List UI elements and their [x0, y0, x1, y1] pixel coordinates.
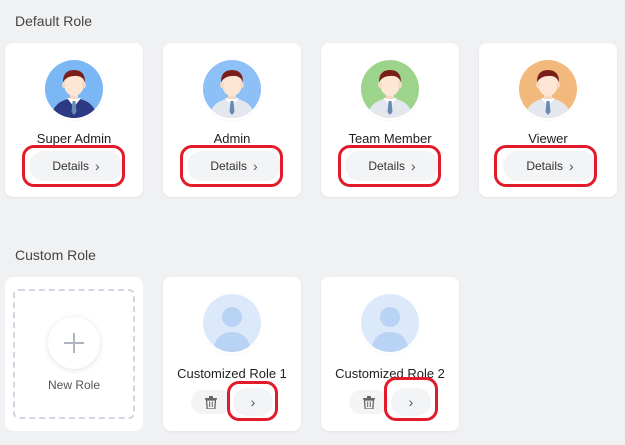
chevron-right-icon: › [411, 158, 416, 174]
details-label: Details [368, 159, 405, 173]
trash-icon [205, 395, 217, 409]
details-label: Details [526, 159, 563, 173]
role-card-viewer: Viewer Details › [479, 43, 617, 197]
delete-role-button[interactable] [349, 390, 389, 414]
delete-role-button[interactable] [191, 390, 231, 414]
viewer-details-button[interactable]: Details › [503, 151, 597, 181]
chevron-right-icon: › [95, 158, 100, 174]
role-name-super-admin: Super Admin [36, 131, 112, 146]
customized-role-2-avatar [361, 294, 419, 352]
details-label: Details [52, 159, 89, 173]
role-card-team-member: Team Member Details › [321, 43, 459, 197]
new-role-card[interactable]: New Role [5, 277, 143, 431]
admin-avatar [203, 60, 261, 118]
chevron-right-icon: › [569, 158, 574, 174]
team-member-avatar [361, 60, 419, 118]
customized-role-1-avatar [203, 294, 261, 352]
role-name-viewer: Viewer [528, 131, 568, 146]
default-role-heading: Default Role [15, 13, 93, 29]
chevron-right-icon: › [250, 394, 256, 410]
role-name-customized-role-2: Customized Role 2 [335, 366, 445, 381]
plus-icon[interactable] [48, 317, 100, 369]
role-card-super-admin: Super Admin Details › [5, 43, 143, 197]
role-card-customized-role-1: Customized Role 1 › [163, 277, 301, 431]
role-name-customized-role-1: Customized Role 1 [177, 366, 287, 381]
role-card-customized-role-2: Customized Role 2 › [321, 277, 459, 431]
admin-details-button[interactable]: Details › [187, 151, 281, 181]
trash-icon [363, 395, 375, 409]
chevron-right-icon: › [408, 394, 414, 410]
details-label: Details [210, 159, 247, 173]
role-name-team-member: Team Member [348, 131, 432, 146]
team-member-details-button[interactable]: Details › [345, 151, 439, 181]
viewer-avatar [519, 60, 577, 118]
custom-role-heading: Custom Role [15, 247, 96, 263]
new-role-label: New Role [47, 378, 101, 392]
chevron-right-icon: › [253, 158, 258, 174]
open-role-button[interactable]: › [391, 388, 431, 416]
role-name-admin: Admin [213, 131, 251, 146]
super-admin-details-button[interactable]: Details › [29, 151, 123, 181]
open-role-button[interactable]: › [233, 388, 273, 416]
role-card-admin: Admin Details › [163, 43, 301, 197]
super-admin-avatar [45, 60, 103, 118]
